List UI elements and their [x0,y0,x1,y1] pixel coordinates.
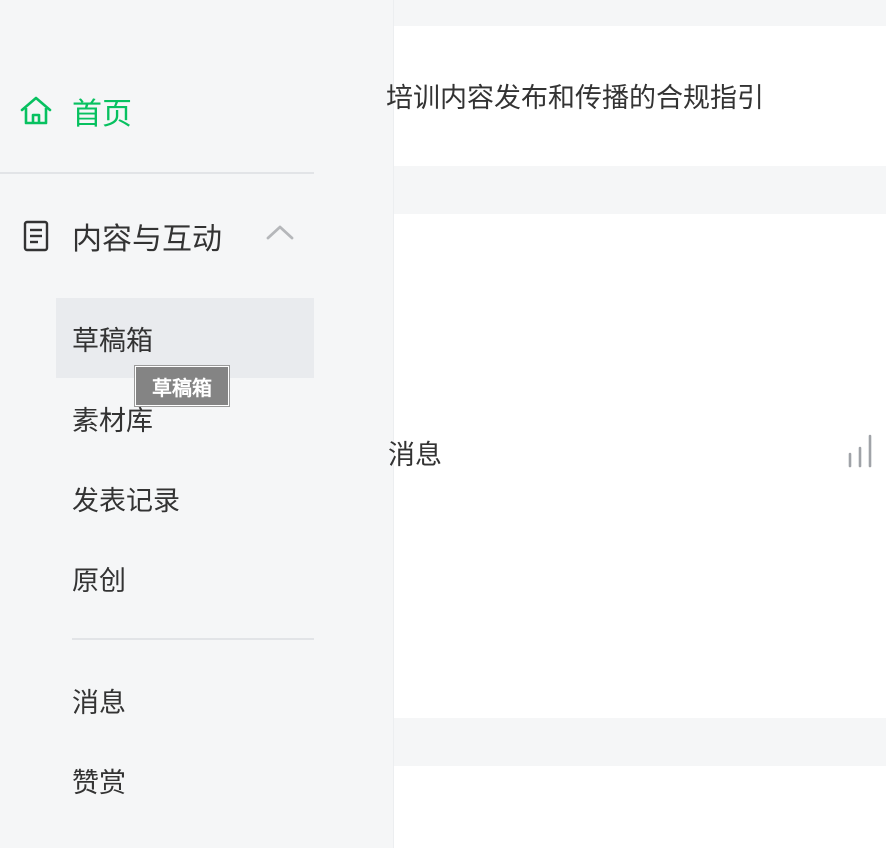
document-icon [18,218,54,254]
notice-text[interactable]: 培训内容发布和传播的合规指引 [386,76,764,115]
nav-home[interactable]: 首页 [0,72,314,150]
sidebar-item-publish-history[interactable]: 发表记录 [56,458,314,538]
home-icon [18,93,54,129]
nav-group-label: 内容与互动 [72,222,222,257]
sidebar-item-label: 原创 [72,565,126,597]
sidebar-item-label: 赞赏 [72,767,126,799]
chart-icon[interactable] [846,434,876,468]
sidebar-item-messages[interactable]: 消息 [56,660,314,740]
sidebar-item-label: 草稿箱 [72,325,153,357]
main-content: 培训内容发布和传播的合规指引 消息 [386,0,886,848]
tooltip: 草稿箱 [135,366,229,406]
messages-card: 消息 [388,214,886,718]
chevron-up-icon[interactable] [264,218,296,250]
messages-title: 消息 [388,440,442,471]
nav-divider [0,172,314,174]
sidebar-item-rewards[interactable]: 赞赏 [56,740,314,820]
lower-card [394,766,886,848]
nav-group-content[interactable]: 内容与互动 [0,196,314,276]
sidebar-item-label: 发表记录 [72,485,180,517]
notice-card[interactable]: 培训内容发布和传播的合规指引 [386,26,886,166]
sidebar-item-original[interactable]: 原创 [56,538,314,618]
sidebar: 首页 内容与互动 草稿箱 素材库 发表记录 原创 消息 赞赏 草稿箱 [0,0,394,848]
sidebar-item-label: 消息 [72,687,126,719]
nav-home-label: 首页 [72,97,132,132]
sub-divider [72,638,314,640]
